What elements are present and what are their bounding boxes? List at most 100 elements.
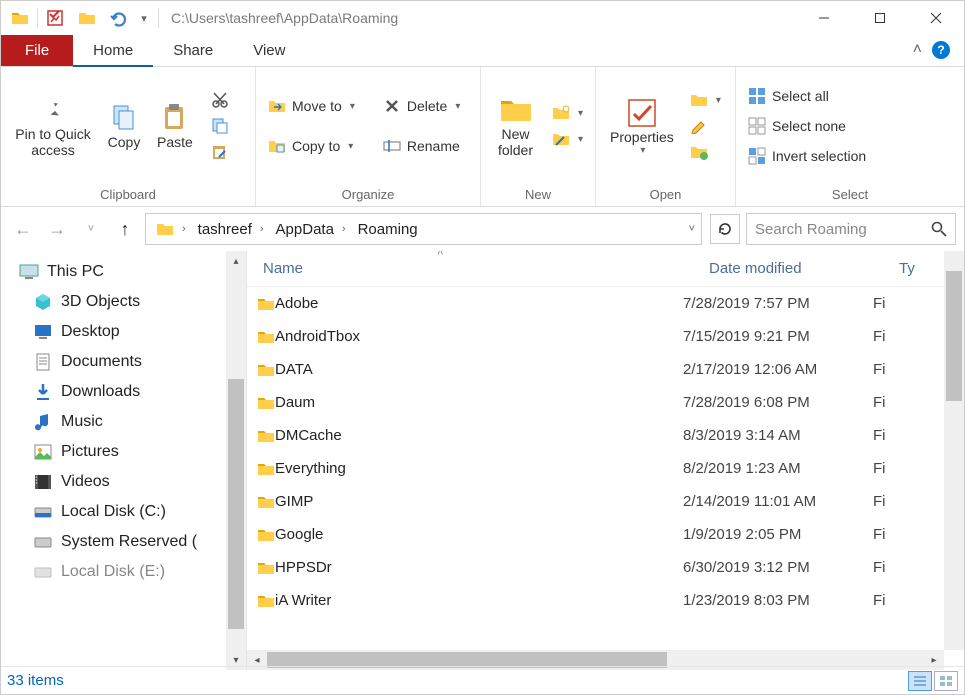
scroll-right-icon[interactable]: ▸ (924, 655, 944, 666)
history-button[interactable] (684, 140, 727, 164)
breadcrumb-root[interactable]: › (150, 221, 192, 237)
new-folder-button[interactable]: New folder (487, 90, 544, 162)
new-item-button[interactable]: ▾ (546, 101, 589, 125)
3d-objects-icon (33, 292, 53, 312)
documents-icon (33, 352, 53, 372)
window-title: C:\Users\tashreef\AppData\Roaming (163, 10, 796, 26)
rename-button[interactable]: Rename (377, 134, 467, 158)
navigation-pane[interactable]: This PC 3D Objects Desktop Documents Dow… (1, 251, 247, 670)
file-date: 8/2/2019 1:23 AM (683, 460, 873, 477)
nav-music[interactable]: Music (29, 407, 246, 437)
ribbon-collapse-icon[interactable]: ˄ (913, 41, 922, 59)
select-all-icon (748, 87, 766, 105)
help-icon[interactable]: ? (932, 41, 950, 59)
file-row[interactable]: AndroidTbox7/15/2019 9:21 PMFi (247, 320, 964, 353)
undo-icon[interactable] (104, 3, 134, 33)
file-row[interactable]: Adobe7/28/2019 7:57 PMFi (247, 287, 964, 320)
nav-3d-objects[interactable]: 3D Objects (29, 287, 246, 317)
videos-icon (33, 472, 53, 492)
file-type: Fi (873, 427, 913, 444)
copy-button[interactable]: Copy (99, 98, 149, 154)
delete-button[interactable]: Delete▾ (377, 94, 467, 118)
edit-button[interactable] (684, 114, 727, 138)
up-button[interactable]: ↑ (111, 215, 139, 243)
back-button[interactable]: ← (9, 215, 37, 243)
paste-shortcut-button[interactable] (205, 140, 235, 164)
file-row[interactable]: DMCache8/3/2019 3:14 AMFi (247, 419, 964, 452)
invert-selection-button[interactable]: Invert selection (742, 144, 872, 168)
cut-button[interactable] (205, 88, 235, 112)
tab-file[interactable]: File (1, 35, 73, 66)
tab-view[interactable]: View (233, 35, 305, 66)
group-organize-label: Organize (256, 185, 480, 206)
close-button[interactable] (908, 1, 964, 35)
col-type[interactable]: Ty (883, 260, 923, 277)
file-type: Fi (873, 328, 913, 345)
col-name[interactable]: Name (247, 260, 693, 277)
nav-documents[interactable]: Documents (29, 347, 246, 377)
recent-dropdown[interactable]: ˅ (77, 215, 105, 243)
nav-desktop[interactable]: Desktop (29, 317, 246, 347)
nav-downloads[interactable]: Downloads (29, 377, 246, 407)
nav-this-pc[interactable]: This PC (15, 257, 246, 287)
breadcrumb[interactable]: › tashreef› AppData› Roaming ˅ (145, 213, 702, 245)
tab-home[interactable]: Home (73, 35, 153, 67)
navpane-scrollbar[interactable]: ▴ ▾ (226, 251, 246, 670)
breadcrumb-seg-2[interactable]: Roaming (352, 221, 424, 238)
refresh-button[interactable] (710, 214, 740, 244)
file-row[interactable]: Everything8/2/2019 1:23 AMFi (247, 452, 964, 485)
move-to-button[interactable]: Move to▾ (262, 94, 361, 118)
paste-icon (159, 102, 191, 134)
pin-to-quick-access-button[interactable]: Pin to Quick access (7, 90, 99, 162)
nav-pictures[interactable]: Pictures (29, 437, 246, 467)
breadcrumb-seg-1[interactable]: AppData› (270, 221, 352, 238)
file-name: iA Writer (275, 592, 683, 609)
folder-icon[interactable] (5, 3, 35, 33)
file-type: Fi (873, 295, 913, 312)
scroll-left-icon[interactable]: ◂ (247, 655, 267, 666)
easy-access-button[interactable]: ▾ (546, 127, 589, 151)
nav-videos[interactable]: Videos (29, 467, 246, 497)
file-row[interactable]: Daum7/28/2019 6:08 PMFi (247, 386, 964, 419)
copy-path-button[interactable] (205, 114, 235, 138)
breadcrumb-seg-0[interactable]: tashreef› (192, 221, 270, 238)
breadcrumb-dropdown-icon[interactable]: ˅ (689, 223, 695, 235)
list-vscrollbar[interactable] (944, 251, 964, 650)
qat-customize-icon[interactable]: ▾ (136, 3, 152, 33)
tab-share[interactable]: Share (153, 35, 233, 66)
file-name: Everything (275, 460, 683, 477)
copy-to-button[interactable]: Copy to▾ (262, 134, 361, 158)
file-row[interactable]: GIMP2/14/2019 11:01 AMFi (247, 485, 964, 518)
nav-local-disk-e[interactable]: Local Disk (E:) (29, 557, 246, 587)
folder-icon (247, 428, 275, 444)
nav-system-reserved[interactable]: System Reserved ( (29, 527, 246, 557)
file-date: 6/30/2019 3:12 PM (683, 559, 873, 576)
details-view-button[interactable] (908, 671, 932, 691)
open-button[interactable]: ▾ (684, 88, 727, 112)
icons-view-button[interactable] (934, 671, 958, 691)
file-row[interactable]: Google1/9/2019 2:05 PMFi (247, 518, 964, 551)
col-date[interactable]: Date modified (693, 260, 883, 277)
nav-local-disk-c[interactable]: Local Disk (C:) (29, 497, 246, 527)
scrollbar-thumb[interactable] (228, 379, 244, 629)
properties-icon[interactable] (40, 3, 70, 33)
ribbon: Pin to Quick access Copy Paste Clipboard (1, 67, 964, 207)
paste-button[interactable]: Paste (149, 98, 201, 154)
folder-icon (247, 362, 275, 378)
minimize-button[interactable] (796, 1, 852, 35)
properties-button[interactable]: Properties ▾ (602, 93, 682, 160)
select-all-button[interactable]: Select all (742, 84, 872, 108)
file-date: 1/23/2019 8:03 PM (683, 592, 873, 609)
file-row[interactable]: iA Writer1/23/2019 8:03 PMFi (247, 584, 964, 617)
search-input[interactable]: Search Roaming (746, 213, 956, 245)
new-folder-qat-icon[interactable] (72, 3, 102, 33)
scroll-up-icon[interactable]: ▴ (226, 251, 246, 271)
scrollbar-thumb[interactable] (946, 271, 962, 401)
file-name: GIMP (275, 493, 683, 510)
maximize-button[interactable] (852, 1, 908, 35)
file-row[interactable]: HPPSDr6/30/2019 3:12 PMFi (247, 551, 964, 584)
file-row[interactable]: DATA2/17/2019 12:06 AMFi (247, 353, 964, 386)
select-none-button[interactable]: Select none (742, 114, 872, 138)
forward-button[interactable]: → (43, 215, 71, 243)
copyto-icon (268, 137, 286, 155)
